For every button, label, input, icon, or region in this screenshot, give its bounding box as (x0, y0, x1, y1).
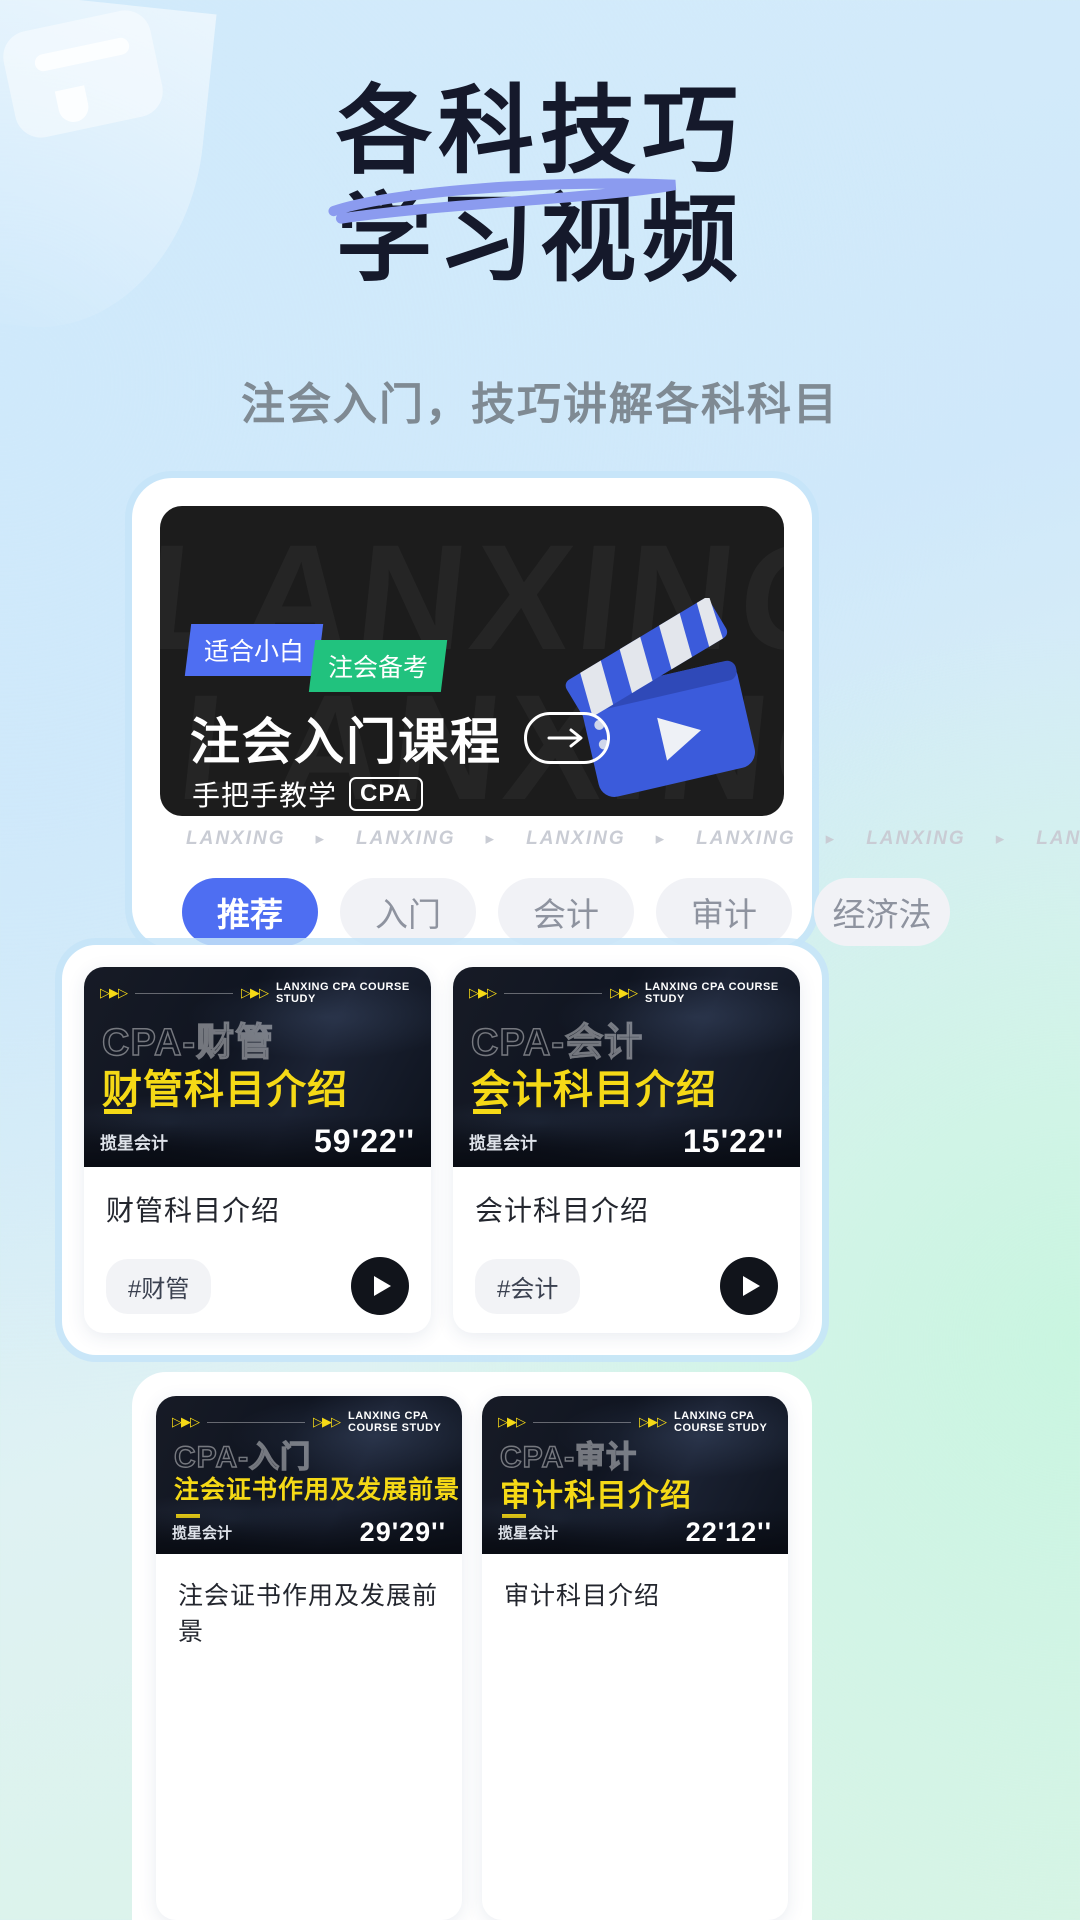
divider-rule (504, 992, 602, 994)
tag-exam-prep: 注会备考 (308, 640, 448, 692)
triangles-icon: ▷▶▷ (639, 1414, 667, 1429)
video-title: 会计科目介绍 (475, 1195, 650, 1226)
thumbnail-brand: LANXING CPA COURSE STUDY (276, 981, 410, 1005)
thumbnail-duration: 22'12'' (685, 1516, 772, 1547)
video-tag-chip[interactable]: #会计 (475, 1258, 581, 1314)
video-card-body: 财管科目介绍 #财管 (84, 1167, 431, 1333)
banner-subtext-row: 手把手教学 CPA (192, 774, 423, 814)
video-thumbnail: ▷▶▷ ▷▶▷ LANXING CPA COURSE STUDY CPA-审计 审计科目… (482, 1396, 788, 1554)
triangles-icon: ▷▶▷ (100, 985, 128, 1000)
triangles-icon: ▷▶▷ (610, 985, 638, 1000)
tab-3[interactable]: 会计 (498, 878, 634, 946)
thumbnail-footer: 揽星会计 15'22'' (453, 1115, 800, 1167)
video-card[interactable]: ▷▶▷ ▷▶▷ LANXING CPA COURSE STUDY CPA-审计 审计科目… (482, 1396, 788, 1920)
thumbnail-author: 揽星会计 (498, 1524, 559, 1542)
thumbnail-duration: 29'29'' (359, 1516, 446, 1547)
tab-2[interactable]: 入门 (340, 878, 476, 946)
brand-ticker-strip: LANXING ▸ LANXING ▸ LANXING ▸ LANXING ▸ LANXING ▸… (160, 816, 1080, 862)
banner-title-row: 注会入门课程 (190, 702, 610, 774)
tab-5[interactable]: 经济法 (814, 878, 950, 946)
thumbnail-footer: 揽星会计 59'22'' (84, 1115, 431, 1167)
video-card-footer: #会计 (475, 1257, 778, 1315)
divider-rule (207, 1421, 305, 1423)
triangles-icon: ▷▶▷ (172, 1414, 200, 1429)
hero-title-line2: 学习视频 (336, 185, 744, 293)
thumbnail-brand: LANXING CPA COURSE STUDY (674, 1410, 768, 1434)
thumbnail-brand: LANXING CPA COURSE STUDY (645, 981, 779, 1005)
thumbnail-main-text: 会计科目介绍 (471, 1068, 717, 1112)
ticker-label: LANXING (866, 828, 966, 849)
ticker-label: LANXING (696, 828, 796, 849)
video-card[interactable]: ▷▶▷ ▷▶▷ LANXING CPA COURSE STUDY CPA-财管 财管科目… (84, 967, 431, 1333)
play-icon[interactable] (351, 1257, 409, 1315)
thumbnail-duration: 15'22'' (682, 1122, 784, 1159)
video-card-body: 会计科目介绍 #会计 (453, 1167, 800, 1333)
ticker-label: LANXING (186, 828, 286, 849)
thumbnail-header: ▷▶▷ ▷▶▷ LANXING CPA COURSE STUDY (469, 981, 786, 1005)
triangles-icon: ▷▶▷ (498, 1414, 526, 1429)
thumbnail-header: ▷▶▷ ▷▶▷ LANXING CPA COURSE STUDY (498, 1410, 774, 1434)
hero-headline: 各科技巧 学习视频 (0, 78, 1080, 293)
thumbnail-main-text: 财管科目介绍 (102, 1068, 348, 1112)
banner-title: 注会入门课程 (190, 714, 502, 770)
video-card[interactable]: ▷▶▷ ▷▶▷ LANXING CPA COURSE STUDY CPA-会计 会计科目… (453, 967, 800, 1333)
ticker-label: LANXING (526, 828, 626, 849)
video-title: 财管科目介绍 (106, 1195, 281, 1226)
thumbnail-header: ▷▶▷ ▷▶▷ LANXING CPA COURSE STUDY (100, 981, 417, 1005)
app-preview-panel: LANXING LANXING 适合小白 注会备考 (132, 478, 1080, 948)
ticker-triangle-icon: ▸ (655, 829, 667, 848)
thumbnail-author: 揽星会计 (469, 1133, 537, 1153)
video-title: 审计科目介绍 (504, 1582, 661, 1610)
video-tag-chip[interactable]: #财管 (106, 1258, 212, 1314)
hero-subtitle: 注会入门，技巧讲解各科科目 (241, 380, 839, 429)
triangles-icon: ▷▶▷ (313, 1414, 341, 1429)
thumbnail-header: ▷▶▷ ▷▶▷ LANXING CPA COURSE STUDY (172, 1410, 448, 1434)
video-card-sheet-bottom: ▷▶▷ ▷▶▷ LANXING CPA COURSE STUDY CPA-入门 注会证书… (132, 1372, 812, 1920)
course-banner[interactable]: LANXING LANXING 适合小白 注会备考 (160, 506, 784, 816)
thumbnail-author: 揽星会计 (172, 1524, 233, 1542)
thumbnail-main-text: 注会证书作用及发展前景 (174, 1476, 461, 1504)
thumbnail-main-text: 审计科目介绍 (500, 1478, 692, 1513)
banner-subtext: 手把手教学 (192, 780, 338, 811)
ticker-triangle-icon: ▸ (485, 829, 497, 848)
thumbnail-author: 揽星会计 (100, 1133, 168, 1153)
video-thumbnail: ▷▶▷ ▷▶▷ LANXING CPA COURSE STUDY CPA-会计 会计科目… (453, 967, 800, 1167)
banner-tags: 适合小白 注会备考 (184, 624, 452, 692)
arrow-right-icon (547, 728, 583, 748)
video-card-footer: #财管 (106, 1257, 409, 1315)
ticker-triangle-icon: ▸ (825, 829, 837, 848)
tab-1[interactable]: 推荐 (182, 878, 318, 946)
hero-title-wrap: 各科技巧 学习视频 (328, 78, 744, 293)
ticker-triangle-icon: ▸ (995, 829, 1007, 848)
video-card-body: 注会证书作用及发展前景 (156, 1554, 462, 1920)
video-thumbnail: ▷▶▷ ▷▶▷ LANXING CPA COURSE STUDY CPA-入门 注会证书… (156, 1396, 462, 1554)
video-thumbnail: ▷▶▷ ▷▶▷ LANXING CPA COURSE STUDY CPA-财管 财管科目… (84, 967, 431, 1167)
video-card-sheet-top: ▷▶▷ ▷▶▷ LANXING CPA COURSE STUDY CPA-财管 财管科目… (62, 945, 822, 1355)
play-icon[interactable] (720, 1257, 778, 1315)
tab-4[interactable]: 审计 (656, 878, 792, 946)
category-tabs: 推荐 入门 会计 审计 经济法 (160, 862, 950, 946)
thumbnail-dash (104, 1109, 132, 1114)
tag-beginner: 适合小白 (184, 624, 324, 676)
banner-arrow-button[interactable] (524, 712, 610, 764)
thumbnail-footer: 揽星会计 29'29'' (156, 1510, 462, 1554)
divider-rule (135, 992, 233, 994)
thumbnail-footer: 揽星会计 22'12'' (482, 1510, 788, 1554)
thumbnail-dash (473, 1109, 501, 1114)
ticker-label: LANXING (1036, 828, 1080, 849)
ticker-label: LANXING (356, 828, 456, 849)
banner-cpa-badge: CPA (349, 777, 423, 811)
thumbnail-duration: 59'22'' (313, 1122, 415, 1159)
video-title: 注会证书作用及发展前景 (178, 1582, 439, 1646)
video-card[interactable]: ▷▶▷ ▷▶▷ LANXING CPA COURSE STUDY CPA-入门 注会证书… (156, 1396, 462, 1920)
video-card-body: 审计科目介绍 (482, 1554, 788, 1920)
triangles-icon: ▷▶▷ (241, 985, 269, 1000)
divider-rule (533, 1421, 631, 1423)
triangles-icon: ▷▶▷ (469, 985, 497, 1000)
thumbnail-brand: LANXING CPA COURSE STUDY (348, 1410, 442, 1434)
ticker-triangle-icon: ▸ (315, 829, 327, 848)
hero-title-line1: 各科技巧 (336, 78, 744, 185)
